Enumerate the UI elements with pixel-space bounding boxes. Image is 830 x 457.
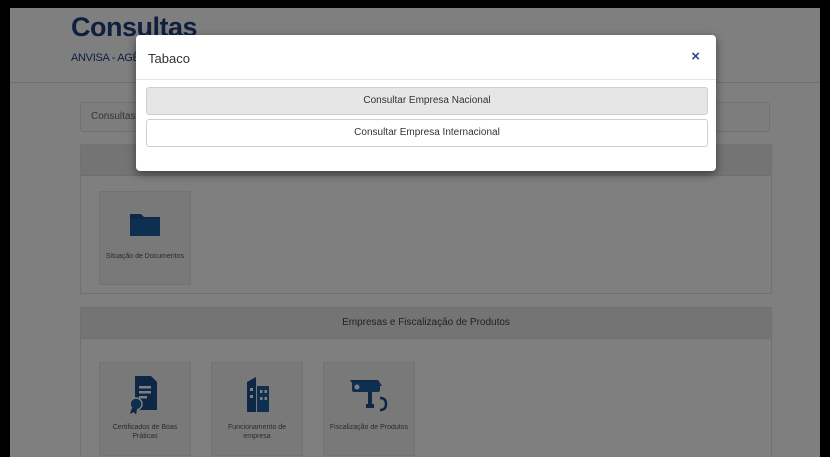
close-icon[interactable]: × — [691, 48, 700, 65]
consultar-empresa-nacional-button[interactable]: Consultar Empresa Nacional — [146, 87, 708, 115]
consultar-empresa-internacional-button[interactable]: Consultar Empresa Internacional — [146, 119, 708, 147]
modal-divider — [136, 79, 716, 80]
app-window: Consultas ANVISA - AGÊNCIA NACIONAL DE V… — [10, 8, 820, 457]
modal-title: Tabaco — [148, 51, 190, 66]
tabaco-modal: Tabaco × Consultar Empresa Nacional Cons… — [136, 35, 716, 171]
